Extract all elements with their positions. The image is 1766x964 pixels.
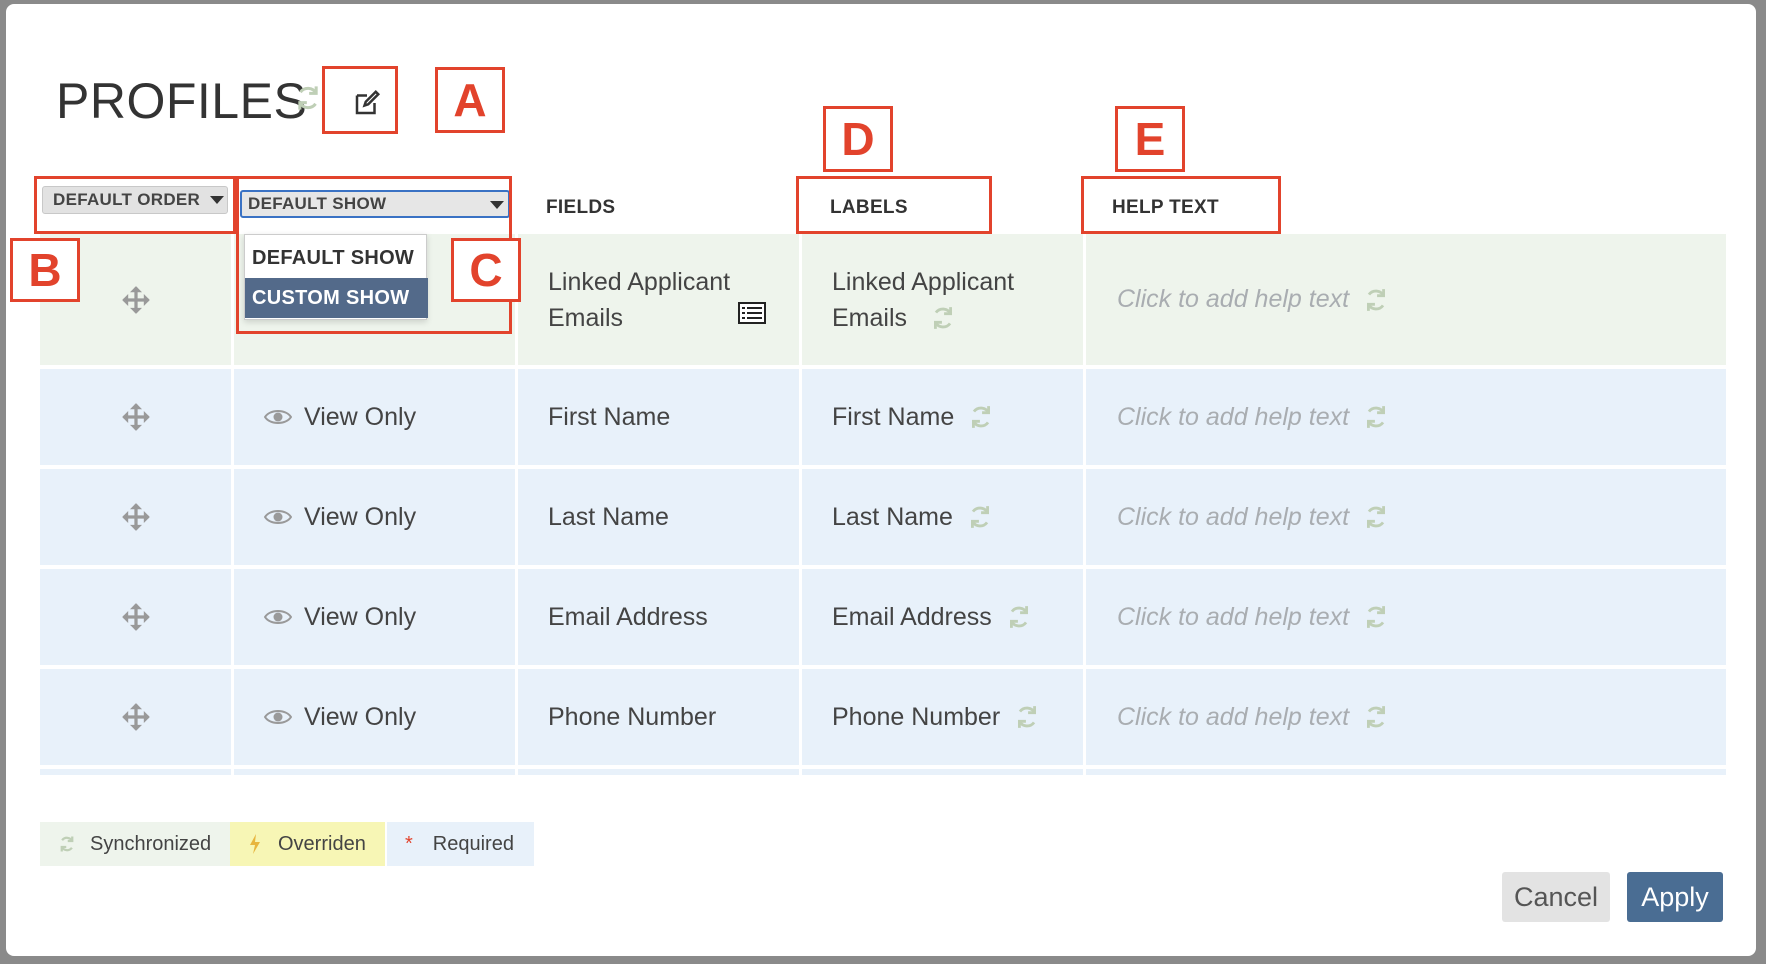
eye-icon — [264, 710, 292, 724]
table-row-peek — [40, 769, 231, 775]
sync-icon — [1367, 606, 1386, 628]
help-text-placeholder: Click to add help text — [1117, 285, 1350, 313]
annotation-a: A — [435, 67, 505, 133]
field-name: Email Address — [548, 603, 708, 631]
label-cell[interactable]: Linked Applicant Emails — [802, 234, 1083, 365]
drag-handle[interactable] — [40, 469, 231, 565]
help-text-placeholder: Click to add help text — [1117, 602, 1350, 631]
sync-icon — [1367, 406, 1386, 428]
sync-icon — [970, 506, 989, 528]
field-name: Last Name — [548, 503, 669, 531]
move-handle-icon — [121, 403, 150, 431]
eye-icon — [264, 610, 292, 624]
drag-handle[interactable] — [40, 369, 231, 465]
label-text: Last Name — [832, 502, 953, 531]
legend-overriden-label: Overriden — [278, 832, 366, 855]
sync-icon — [1009, 606, 1028, 628]
column-header-fields: FIELDS — [546, 197, 616, 218]
field-cell: Last Name — [518, 469, 799, 565]
table-row-peek — [234, 769, 515, 775]
annotation-b: B — [10, 238, 80, 302]
move-handle-icon — [121, 603, 150, 631]
cancel-button[interactable]: Cancel — [1502, 872, 1610, 922]
help-text-placeholder: Click to add help text — [1117, 402, 1350, 431]
help-text-cell[interactable]: Click to add help text — [1086, 469, 1726, 565]
table-row-peek — [1086, 769, 1726, 775]
field-name: Phone Number — [548, 703, 717, 731]
sync-icon — [298, 86, 318, 110]
sync-icon — [60, 836, 74, 852]
label-cell[interactable]: Last Name — [802, 469, 1083, 565]
show-value: View Only — [304, 602, 417, 631]
field-cell: Phone Number — [518, 669, 799, 765]
sync-icon — [934, 307, 952, 329]
profiles-modal: PROFILES A D E DEFAULT ORDER DEFAULT SHO… — [6, 4, 1756, 956]
show-value: View Only — [304, 402, 417, 431]
field-cell: Email Address — [518, 569, 799, 665]
label-cell[interactable]: Email Address — [802, 569, 1083, 665]
field-name: Linked Applicant Emails — [548, 267, 731, 332]
legend-overriden: Overriden — [230, 822, 385, 866]
help-text-cell[interactable]: Click to add help text — [1086, 569, 1726, 665]
eye-icon — [264, 510, 292, 524]
sync-icon — [1367, 506, 1386, 528]
sync-icon — [972, 406, 991, 428]
table-row-peek — [802, 769, 1083, 775]
move-handle-icon — [121, 285, 150, 314]
lightning-icon — [250, 834, 260, 854]
label-cell[interactable]: Phone Number — [802, 669, 1083, 765]
sync-icon — [1367, 706, 1386, 728]
annotation-e: E — [1115, 106, 1185, 172]
field-cell: First Name — [518, 369, 799, 465]
sync-icon — [1018, 706, 1037, 728]
table-row-peek — [518, 769, 799, 775]
field-name: First Name — [548, 403, 671, 431]
label-text: Phone Number — [832, 702, 1001, 731]
legend-required-label: Required — [432, 832, 514, 855]
show-cell[interactable]: View Only — [234, 469, 515, 565]
annotation-box-edit — [322, 66, 398, 134]
annotation-box-labels — [796, 176, 992, 234]
legend-required: * Required — [387, 822, 534, 866]
legend-synchronized-label: Synchronized — [90, 832, 212, 855]
show-cell[interactable]: View Only — [234, 569, 515, 665]
apply-button[interactable]: Apply — [1627, 872, 1723, 922]
help-text-cell[interactable]: Click to add help text — [1086, 369, 1726, 465]
sync-icon — [1367, 288, 1386, 311]
annotation-d: D — [823, 106, 893, 172]
move-handle-icon — [121, 503, 150, 531]
show-cell[interactable]: View Only — [234, 369, 515, 465]
show-value: View Only — [304, 502, 417, 531]
help-text-cell[interactable]: Click to add help text — [1086, 234, 1726, 365]
eye-icon — [264, 410, 292, 424]
legend-synchronized: Synchronized — [40, 822, 230, 866]
drag-handle[interactable] — [40, 569, 231, 665]
show-cell[interactable]: View Only — [234, 669, 515, 765]
label-text: Email Address — [832, 602, 992, 631]
move-handle-icon — [121, 703, 150, 731]
annotation-box-order — [34, 176, 236, 234]
help-text-placeholder: Click to add help text — [1117, 702, 1350, 731]
label-cell[interactable]: First Name — [802, 369, 1083, 465]
field-cell: Linked Applicant Emails — [518, 234, 799, 365]
drag-handle[interactable] — [40, 669, 231, 765]
required-asterisk: * — [405, 832, 413, 855]
help-text-cell[interactable]: Click to add help text — [1086, 669, 1726, 765]
annotation-box-help — [1081, 176, 1281, 234]
page-title: PROFILES — [56, 73, 308, 129]
label-text: First Name — [832, 402, 955, 431]
show-value: View Only — [304, 702, 417, 731]
annotation-c: C — [451, 238, 521, 302]
help-text-placeholder: Click to add help text — [1117, 502, 1350, 531]
list-icon[interactable] — [738, 302, 766, 324]
